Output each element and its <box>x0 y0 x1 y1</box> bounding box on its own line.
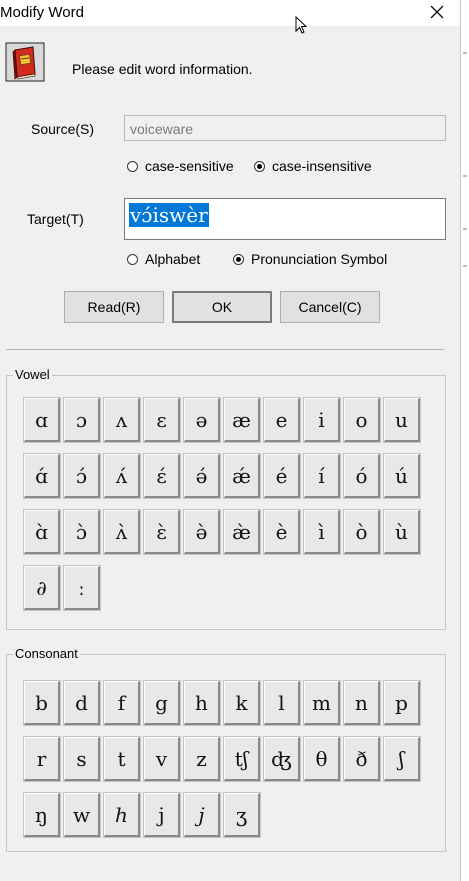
vowel-key[interactable]: ì <box>304 510 340 554</box>
vowel-key[interactable]: ɔ́ <box>64 454 100 498</box>
consonant-key[interactable]: ʃ <box>384 737 420 781</box>
consonant-key[interactable]: d <box>64 681 100 725</box>
vowel-key[interactable]: è <box>264 510 300 554</box>
consonant-key[interactable]: m <box>304 681 340 725</box>
vowel-key[interactable]: u <box>384 398 420 442</box>
vowel-key[interactable]: ∂ <box>24 566 60 610</box>
vowel-key[interactable]: ɑ́ <box>24 454 60 498</box>
radio-label: case-insensitive <box>272 158 372 174</box>
consonant-key[interactable]: v <box>144 737 180 781</box>
vowel-key[interactable]: e <box>264 398 300 442</box>
vowel-key[interactable]: ə́ <box>184 454 220 498</box>
consonant-key[interactable]: h <box>104 793 140 837</box>
consonant-group: Consonant b d f g h k l m n p r s t v z tʃ ʤ θ ð ʃ ŋ w h j j ʒ <box>6 646 446 852</box>
vowel-key[interactable]: ɛ̀ <box>144 510 180 554</box>
vowel-key[interactable]: ə̀ <box>184 510 220 554</box>
info-text: Please edit word information. <box>72 61 253 77</box>
consonant-key[interactable]: h <box>184 681 220 725</box>
separator <box>6 349 444 350</box>
radio-dot <box>127 160 138 172</box>
consonant-key[interactable]: l <box>264 681 300 725</box>
target-label: Target(T) <box>27 211 84 227</box>
pronunciation-symbol-radio[interactable]: Pronunciation Symbol <box>233 251 387 267</box>
vowel-key[interactable]: ó <box>344 454 380 498</box>
consonant-key[interactable]: ŋ <box>24 793 60 837</box>
vowel-group: Vowel ɑ ɔ ʌ ɛ ə æ e i o u ɑ́ ɔ́ ʌ́ ɛ́ ə́ ǽ é í ó ú ɑ̀ ɔ̀ ʌ̀ ɛ̀ ə… <box>6 367 446 630</box>
vowel-key[interactable]: ʌ́ <box>104 454 140 498</box>
consonant-key[interactable]: ð <box>344 737 380 781</box>
consonant-key[interactable]: p <box>384 681 420 725</box>
radio-label: Alphabet <box>145 251 201 267</box>
vowel-key[interactable]: ɔ <box>64 398 100 442</box>
background-window-edge <box>461 0 469 881</box>
window-title: Modify Word <box>0 4 84 21</box>
edge-mark <box>463 228 467 230</box>
cancel-button[interactable]: Cancel(C) <box>280 291 380 323</box>
vowel-key[interactable]: ɑ <box>24 398 60 442</box>
vowel-key[interactable]: ò <box>344 510 380 554</box>
vowel-key[interactable]: ù <box>384 510 420 554</box>
vowel-key[interactable]: ɛ́ <box>144 454 180 498</box>
edge-mark <box>463 265 467 267</box>
consonant-key[interactable]: w <box>64 793 100 837</box>
vowel-key[interactable]: í <box>304 454 340 498</box>
modify-word-dialog: Modify Word Please edit word information… <box>0 0 461 881</box>
consonant-key[interactable]: θ <box>304 737 340 781</box>
mouse-cursor-icon <box>295 16 307 34</box>
vowel-key[interactable]: æ̀ <box>224 510 260 554</box>
edge-mark <box>463 175 467 177</box>
radio-dot-selected <box>254 160 265 172</box>
target-selected-text: vɔ́iswèr <box>129 203 209 227</box>
edge-mark <box>463 52 467 54</box>
case-sensitive-radio[interactable]: case-sensitive <box>127 158 234 174</box>
vowel-key[interactable]: ɑ̀ <box>24 510 60 554</box>
consonant-key[interactable]: r <box>24 737 60 781</box>
ok-button[interactable]: OK <box>172 291 272 323</box>
title-bar[interactable]: Modify Word <box>0 0 460 26</box>
vowel-key[interactable]: ɛ <box>144 398 180 442</box>
dictionary-book-icon <box>5 42 45 82</box>
consonant-key[interactable]: ʒ <box>224 793 260 837</box>
vowel-key[interactable]: ǽ <box>224 454 260 498</box>
consonant-key-grid: b d f g h k l m n p r s t v z tʃ ʤ θ ð ʃ ŋ w h j j ʒ <box>24 681 420 837</box>
consonant-key[interactable]: s <box>64 737 100 781</box>
source-input[interactable]: voiceware <box>124 115 446 141</box>
radio-label: case-sensitive <box>145 158 234 174</box>
consonant-key[interactable]: tʃ <box>224 737 260 781</box>
vowel-group-title: Vowel <box>13 367 52 382</box>
vowel-key[interactable]: æ <box>224 398 260 442</box>
consonant-group-title: Consonant <box>13 646 80 661</box>
target-input[interactable]: vɔ́iswèr <box>124 198 446 240</box>
vowel-key[interactable]: ː <box>64 566 100 610</box>
close-icon <box>430 5 444 19</box>
case-insensitive-radio[interactable]: case-insensitive <box>254 158 372 174</box>
radio-label: Pronunciation Symbol <box>251 251 388 267</box>
radio-dot <box>127 253 138 265</box>
vowel-key[interactable]: ə <box>184 398 220 442</box>
vowel-key[interactable]: ʌ <box>104 398 140 442</box>
consonant-key[interactable]: t <box>104 737 140 781</box>
consonant-key[interactable]: b <box>24 681 60 725</box>
vowel-key[interactable]: i <box>304 398 340 442</box>
vowel-key[interactable]: o <box>344 398 380 442</box>
consonant-key[interactable]: f <box>104 681 140 725</box>
radio-dot-selected <box>233 253 244 265</box>
vowel-key[interactable]: ʌ̀ <box>104 510 140 554</box>
close-button[interactable] <box>420 0 454 24</box>
alphabet-radio[interactable]: Alphabet <box>127 251 200 267</box>
vowel-key[interactable]: ɔ̀ <box>64 510 100 554</box>
vowel-key-grid: ɑ ɔ ʌ ɛ ə æ e i o u ɑ́ ɔ́ ʌ́ ɛ́ ə́ ǽ é í ó ú ɑ̀ ɔ̀ ʌ̀ ɛ̀ ə̀ æ̀ è ì ò… <box>24 398 420 610</box>
consonant-key[interactable]: ʤ <box>264 737 300 781</box>
consonant-key[interactable]: n <box>344 681 380 725</box>
consonant-key[interactable]: j <box>184 793 220 837</box>
consonant-key[interactable]: z <box>184 737 220 781</box>
source-label: Source(S) <box>31 121 95 137</box>
consonant-key[interactable]: j <box>144 793 180 837</box>
vowel-key[interactable]: é <box>264 454 300 498</box>
vowel-key[interactable]: ú <box>384 454 420 498</box>
consonant-key[interactable]: g <box>144 681 180 725</box>
read-button[interactable]: Read(R) <box>64 291 164 323</box>
consonant-key[interactable]: k <box>224 681 260 725</box>
